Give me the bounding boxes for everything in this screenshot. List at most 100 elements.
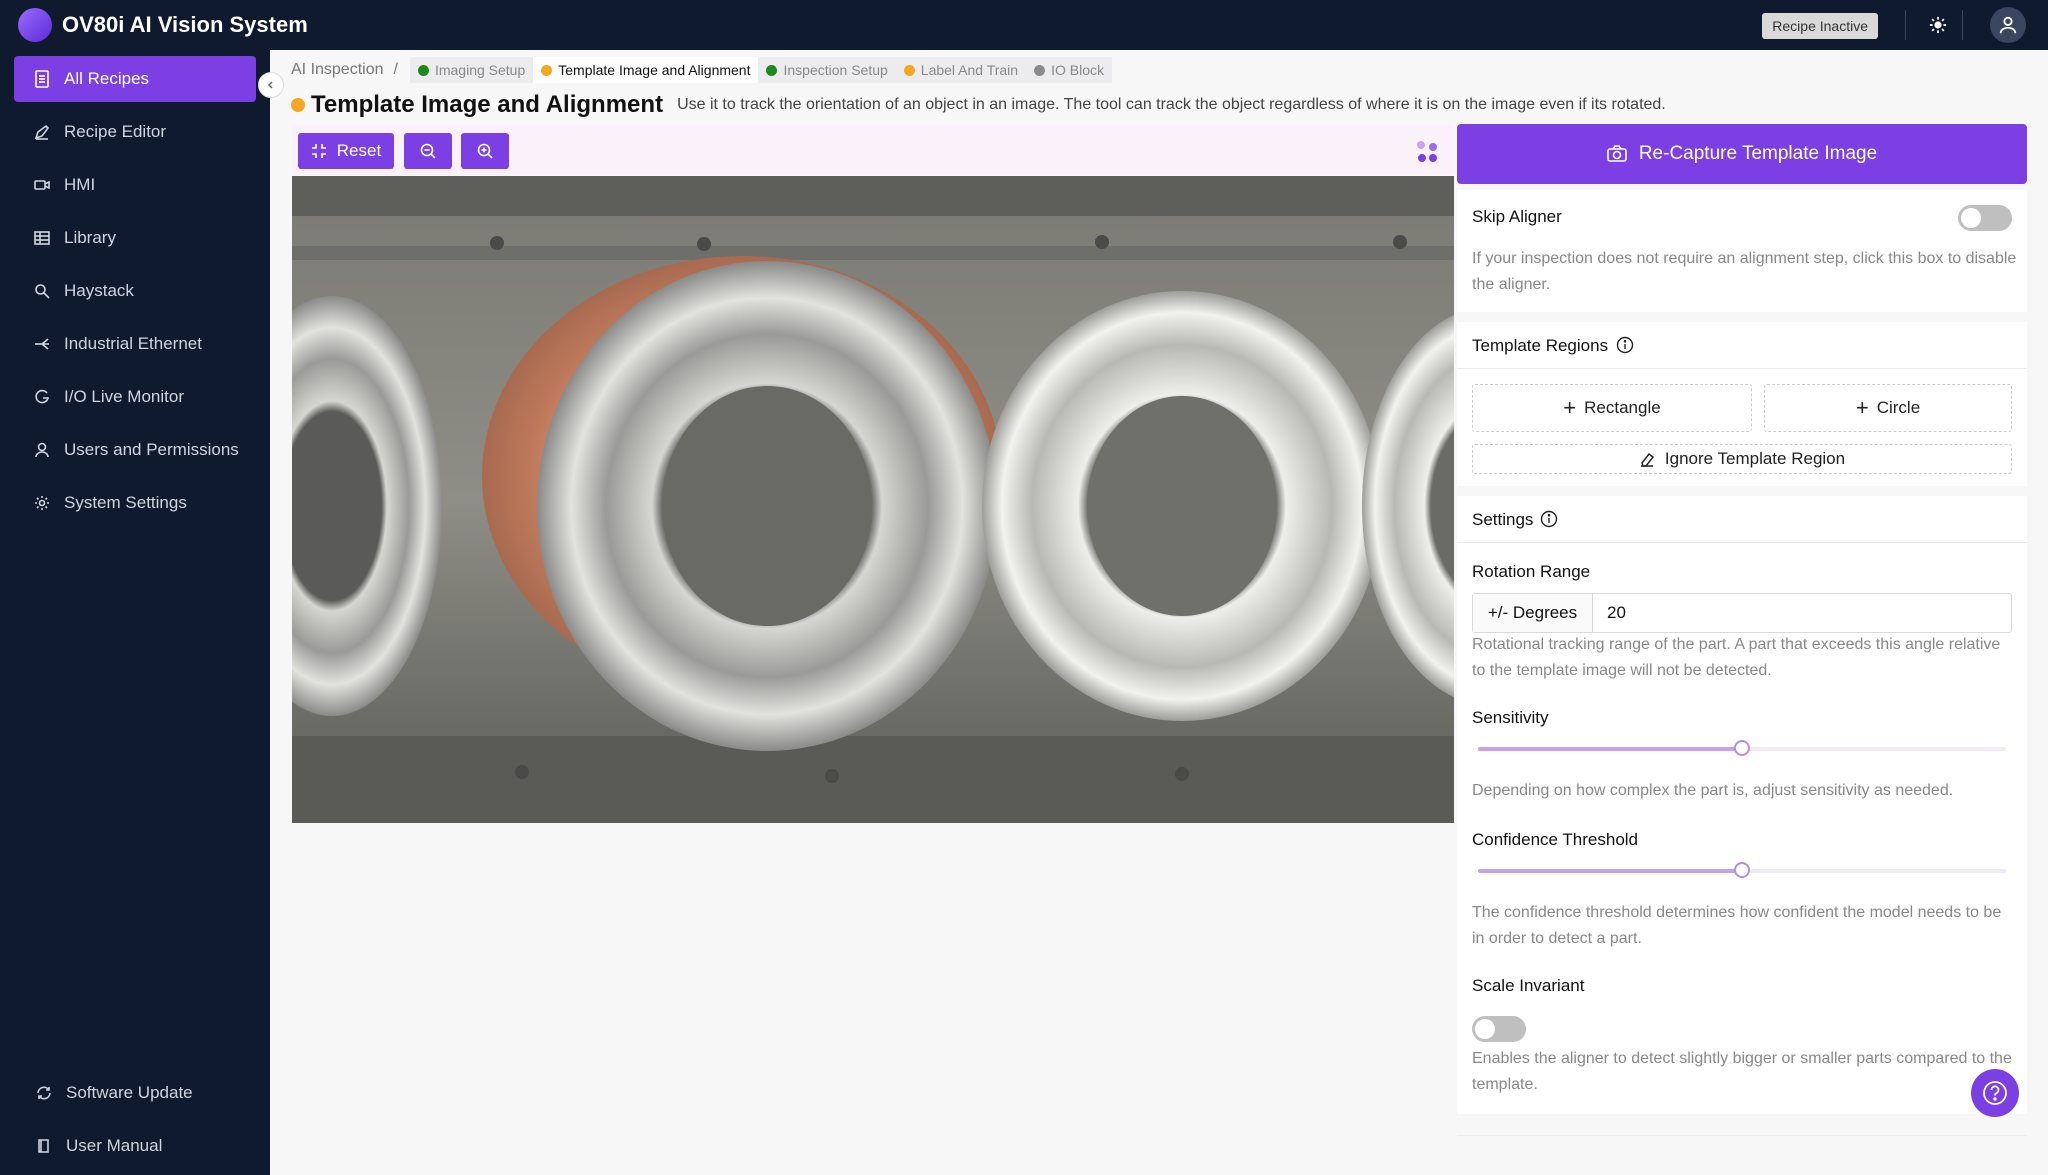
divider	[1457, 542, 2027, 543]
page-header: Template Image and Alignment Use it to t…	[291, 90, 1666, 120]
rotation-range-input[interactable]	[1593, 594, 2011, 632]
tab-label: Template Image and Alignment	[558, 62, 751, 78]
rectangle-label: Rectangle	[1584, 398, 1661, 417]
sidebar-item-label: HMI	[64, 175, 96, 194]
settings-card: Settings Rotation Range +/- Degrees Rota…	[1457, 496, 2027, 1114]
sidebar-item-label: Library	[64, 228, 116, 247]
sidebar-item-label: Recipe Editor	[64, 122, 167, 141]
network-icon	[35, 338, 49, 350]
tab-template-image-and-alignment[interactable]: Template Image and Alignment	[533, 57, 759, 83]
confidence-threshold-slider[interactable]	[1478, 862, 2006, 878]
sidebar-item-library[interactable]: Library	[14, 215, 256, 261]
eraser-icon	[1640, 452, 1654, 467]
sidebar-item-recipe-editor[interactable]: Recipe Editor	[14, 109, 256, 155]
sidebar-collapse-button[interactable]	[258, 72, 284, 98]
tab-label: Inspection Setup	[783, 62, 888, 78]
template-image-canvas[interactable]	[292, 176, 1454, 823]
skip-aligner-card: Skip Aligner If your inspection does not…	[1457, 190, 2027, 312]
skip-aligner-help: If your inspection does not require an a…	[1472, 250, 2017, 293]
sidebar-item-system-settings[interactable]: System Settings	[14, 480, 256, 526]
template-regions-card: Template Regions + Rectangle + Circle Ig…	[1457, 322, 2027, 486]
sun-icon	[1929, 16, 1947, 34]
zoom-out-icon	[420, 143, 436, 159]
status-dot	[291, 98, 305, 112]
divider	[1962, 10, 1963, 40]
sidebar-item-hmi[interactable]: HMI	[14, 162, 256, 208]
rotation-range-help: Rotational tracking range of the part. A…	[1472, 636, 2001, 679]
status-dot	[1034, 64, 1046, 76]
sidebar-item-io-live-monitor[interactable]: I/O Live Monitor	[14, 374, 256, 420]
pencil-icon	[34, 124, 50, 140]
scale-invariant-label: Scale Invariant	[1472, 976, 1585, 995]
recapture-template-button[interactable]: Re-Capture Template Image	[1457, 124, 2027, 184]
add-circle-button[interactable]: + Circle	[1764, 384, 2012, 432]
sidebar-item-industrial-ethernet[interactable]: Industrial Ethernet	[14, 321, 256, 367]
chevron-left-icon	[267, 81, 273, 89]
zoom-in-button[interactable]	[461, 133, 509, 169]
tab-inspection-setup[interactable]: Inspection Setup	[758, 57, 896, 83]
sidebar-item-user-manual[interactable]: User Manual	[16, 1123, 258, 1169]
tab-label: IO Block	[1051, 62, 1104, 78]
ignore-template-region-label: Ignore Template Region	[1664, 449, 1846, 468]
scale-invariant-toggle[interactable]	[1472, 1016, 1526, 1042]
info-icon[interactable]	[1540, 510, 1558, 528]
zoom-in-icon	[477, 143, 493, 159]
status-dot	[417, 64, 429, 76]
status-dot	[903, 64, 915, 76]
settings-label: Settings	[1472, 510, 1534, 529]
circle-label: Circle	[1876, 398, 1921, 417]
rotation-range-input-group: +/- Degrees	[1472, 593, 2012, 633]
skip-aligner-label: Skip Aligner	[1472, 207, 1562, 226]
info-icon[interactable]	[1616, 336, 1634, 354]
tab-label-and-train[interactable]: Label And Train	[895, 57, 1027, 83]
divider	[1905, 10, 1906, 40]
slider-fill	[1478, 747, 1742, 751]
confidence-threshold-help: The confidence threshold determines how …	[1472, 904, 2002, 947]
breadcrumb-separator: /	[393, 61, 398, 78]
gear-icon	[35, 496, 49, 510]
plus-icon: +	[1855, 395, 1869, 420]
app-title: OV80i AI Vision System	[62, 12, 308, 37]
tab-label: Imaging Setup	[434, 62, 526, 78]
sidebar-item-label: Haystack	[64, 281, 134, 300]
user-icon	[35, 442, 49, 458]
tab-imaging-setup[interactable]: Imaging Setup	[409, 57, 534, 83]
slider-handle[interactable]	[1734, 740, 1750, 756]
sidebar-item-label: Software Update	[66, 1083, 193, 1102]
tab-io-block[interactable]: IO Block	[1026, 57, 1112, 83]
sidebar-item-haystack[interactable]: Haystack	[14, 268, 256, 314]
status-dot	[766, 64, 778, 76]
help-button[interactable]	[1971, 1069, 2019, 1117]
document-icon	[35, 70, 49, 88]
sidebar-item-label: I/O Live Monitor	[64, 387, 184, 406]
plus-icon: +	[1563, 395, 1577, 420]
breadcrumb-root[interactable]: AI Inspection	[291, 61, 384, 79]
sidebar-item-label: System Settings	[64, 493, 187, 512]
reset-button[interactable]: Reset	[298, 133, 394, 169]
shrink-icon	[311, 144, 326, 158]
search-icon	[35, 284, 50, 299]
add-rectangle-button[interactable]: + Rectangle	[1472, 384, 1752, 432]
ignore-template-region-button[interactable]: Ignore Template Region	[1472, 444, 2012, 474]
tab-label: Label And Train	[920, 62, 1019, 78]
sidebar-item-all-recipes[interactable]: All Recipes	[14, 56, 256, 102]
user-avatar-button[interactable]	[1990, 7, 2026, 43]
skip-aligner-toggle[interactable]	[1958, 205, 2012, 231]
sidebar-item-software-update[interactable]: Software Update	[16, 1070, 258, 1116]
theme-toggle-button[interactable]	[1920, 7, 1956, 43]
user-icon	[1999, 16, 2017, 34]
status-dot	[541, 64, 553, 76]
slider-handle[interactable]	[1734, 862, 1750, 878]
sidebar-item-users-and-permissions[interactable]: Users and Permissions	[14, 427, 256, 473]
sidebar-item-label: All Recipes	[64, 69, 150, 88]
refresh-icon	[37, 1086, 51, 1100]
sensitivity-label: Sensitivity	[1472, 708, 1549, 727]
app-logo-icon	[18, 8, 52, 42]
zoom-out-button[interactable]	[404, 133, 452, 169]
sensitivity-slider[interactable]	[1478, 740, 2006, 756]
top-bar: OV80i AI Vision System Recipe Inactive	[0, 0, 2048, 50]
sidebar-item-label: Industrial Ethernet	[64, 334, 202, 353]
breadcrumb: AI Inspection / Imaging Setup Template I…	[291, 57, 1112, 83]
book-icon	[38, 1139, 49, 1153]
sidebar-item-label: User Manual	[66, 1136, 163, 1155]
